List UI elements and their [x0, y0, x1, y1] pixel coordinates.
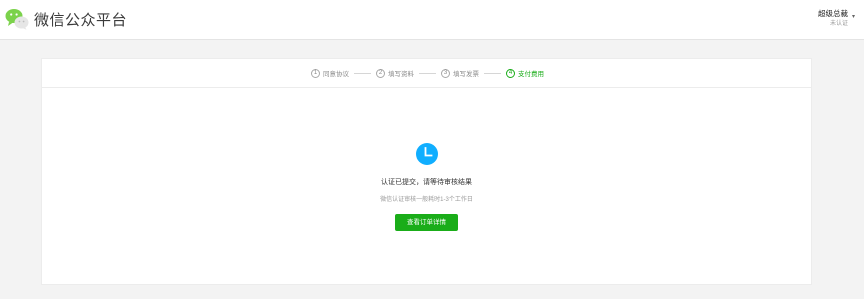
chevron-down-icon[interactable]: ▾ [852, 13, 855, 20]
step-progress: 1 同意协议 2 填写资料 3 填写发票 4 支付费用 [42, 59, 811, 88]
step-2-number: 2 [376, 68, 385, 78]
main-card: 1 同意协议 2 填写资料 3 填写发票 4 支付费用 认证已提交，请等待审核结… [41, 58, 812, 285]
result-description: 微信认证审核一般耗时1-3个工作日 [380, 197, 473, 203]
top-header: 微信公众平台 超级总裁 未认证 ▾ [0, 0, 864, 40]
wechat-logo-icon [5, 8, 29, 30]
account-status: 未认证 [829, 21, 848, 27]
step-4-number: 4 [506, 68, 515, 78]
step-divider [419, 72, 436, 74]
step-3: 3 填写发票 [441, 68, 479, 78]
step-1: 1 同意协议 [311, 68, 349, 78]
step-2-label: 填写资料 [388, 71, 414, 78]
view-order-details-button[interactable]: 查看订单详情 [395, 214, 458, 231]
step-1-label: 同意协议 [323, 71, 349, 78]
account-menu[interactable]: 超级总裁 未认证 ▾ [818, 9, 855, 29]
step-4: 4 支付费用 [506, 68, 544, 78]
app-title: 微信公众平台 [34, 11, 128, 29]
submission-result: 认证已提交，请等待审核结果 微信认证审核一般耗时1-3个工作日 查看订单详情 [42, 143, 811, 231]
wechat-logo[interactable]: 微信公众平台 [5, 8, 127, 30]
step-2: 2 填写资料 [376, 68, 414, 78]
account-name: 超级总裁 [818, 9, 848, 18]
clock-icon [415, 143, 438, 165]
step-3-label: 填写发票 [453, 71, 479, 78]
step-3-number: 3 [441, 68, 450, 78]
step-1-number: 1 [311, 68, 320, 78]
step-4-label: 支付费用 [518, 71, 544, 78]
step-divider [484, 72, 501, 74]
step-divider [354, 72, 371, 74]
result-title: 认证已提交，请等待审核结果 [381, 179, 472, 186]
